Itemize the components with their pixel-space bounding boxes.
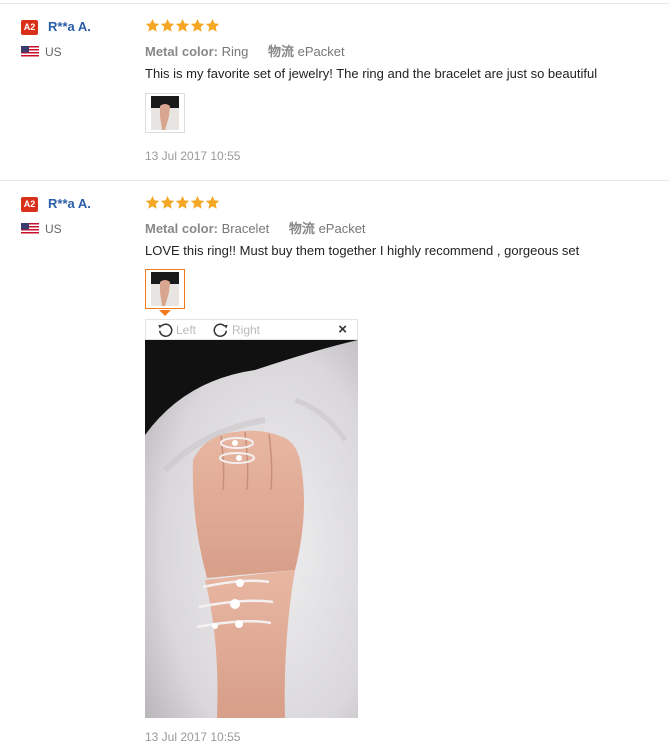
rotate-left-icon [158,323,173,337]
buyer-level-badge: A2 [21,20,38,35]
star-rating [145,195,220,210]
review-photo-thumbnail[interactable] [145,93,185,133]
shipping-key: 物流 [267,44,294,59]
rotate-right-button[interactable]: Right [212,321,260,339]
review-photo-thumbnail[interactable] [145,269,185,309]
buyer-level-badge: A2 [21,197,38,212]
star-icon [145,18,160,32]
shipping-value: ePacket [297,44,345,59]
attr-value: Bracelet [221,221,270,236]
rotate-right-label: Right [232,323,261,337]
buyer-name: R**a A. [48,196,91,211]
star-icon [160,18,175,32]
star-rating [145,18,220,33]
close-viewer-button[interactable]: × [338,321,347,338]
feedback-text: LOVE this ring!! Must buy them together … [145,243,580,258]
shipping-key: 物流 [288,221,315,236]
star-icon [175,18,190,32]
star-icon [190,195,205,209]
rotate-left-label: Left [176,323,197,337]
star-icon [190,18,205,32]
shipping-value: ePacket [318,221,366,236]
attr-key: Metal color: [145,221,218,236]
attr-key: Metal color: [145,44,218,59]
order-info: Metal color: Bracelet 物流 ePacket [145,218,366,237]
review-divider [0,180,669,181]
hand-photo-icon [151,96,179,130]
star-icon [205,195,220,209]
star-icon [160,195,175,209]
star-icon [145,195,160,209]
buyer-country: US [45,222,62,236]
hand-with-jewelry-photo [145,340,358,718]
image-viewer-toolbar: Left Right × [145,319,358,340]
buyer-name: R**a A. [48,19,91,34]
review-photo-large [145,340,358,718]
star-icon [205,18,220,32]
us-flag-icon [21,222,39,234]
top-divider [0,3,669,4]
review-date: 13 Jul 2017 10:55 [145,730,241,744]
us-flag-icon [21,45,39,57]
hand-photo-icon [151,272,179,306]
order-info: Metal color: Ring 物流 ePacket [145,41,345,60]
rotate-left-button[interactable]: Left [156,321,196,339]
review-date: 13 Jul 2017 10:55 [145,149,241,163]
rotate-right-icon [213,323,228,337]
active-thumbnail-caret [159,310,171,316]
star-icon [175,195,190,209]
attr-value: Ring [221,44,249,59]
feedback-text: This is my favorite set of jewelry! The … [145,66,598,81]
buyer-country: US [45,45,62,59]
